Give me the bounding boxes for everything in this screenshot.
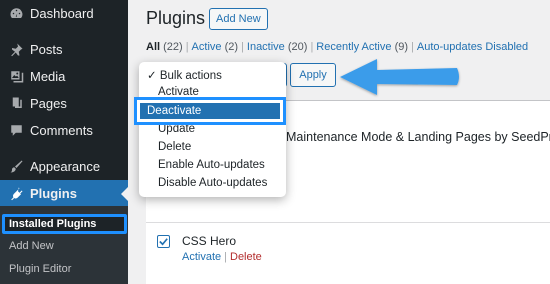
- sidebar-item-label: Pages: [30, 96, 67, 111]
- sidebar-item-pages[interactable]: Pages: [0, 90, 128, 117]
- sidebar-item-posts[interactable]: Posts: [0, 36, 128, 63]
- plugin-status-filters: All (22) | Active (2) | Inactive (20) | Recent…: [146, 41, 529, 53]
- bulk-actions-dropdown: ✓ Bulk actions Activate Update Delete En…: [139, 62, 286, 197]
- plug-icon: [8, 186, 24, 202]
- sidebar-item-media[interactable]: Media: [0, 63, 128, 90]
- submenu-installed-plugins[interactable]: Installed Plugins: [9, 218, 96, 230]
- page-title: Plugins: [146, 8, 206, 28]
- pages-icon: [8, 96, 24, 112]
- sidebar-item-comments[interactable]: Comments: [0, 117, 128, 144]
- comment-icon: [8, 123, 24, 139]
- option-deactivate[interactable]: Deactivate: [134, 97, 286, 125]
- filter-recently-active[interactable]: Recently Active (9): [316, 41, 408, 53]
- sidebar-item-label: Plugins: [30, 186, 77, 201]
- delete-link[interactable]: Delete: [230, 251, 262, 263]
- sidebar-item-appearance[interactable]: Appearance: [0, 153, 128, 180]
- option-enable-auto-updates[interactable]: Enable Auto-updates: [158, 159, 265, 171]
- add-new-button[interactable]: Add New: [209, 8, 268, 30]
- sidebar-item-label: Comments: [30, 123, 93, 138]
- filter-auto-updates-disabled[interactable]: Auto-updates Disabled: [417, 41, 528, 53]
- sidebar-item-label: Dashboard: [30, 6, 94, 21]
- admin-sidebar: Dashboard Posts Media Pages Comments App…: [0, 0, 128, 284]
- sidebar-item-label: Media: [30, 69, 66, 84]
- filter-all[interactable]: All (22): [146, 41, 183, 53]
- checkmark-icon: [159, 238, 168, 246]
- row-divider: [146, 222, 550, 223]
- plugin-name: Maintenance Mode & Landing Pages by Seed…: [286, 130, 550, 144]
- pin-icon: [8, 42, 24, 58]
- sidebar-item-plugins[interactable]: Plugins: [0, 180, 128, 207]
- plugin-name: CSS Hero: [182, 234, 237, 248]
- brush-icon: [8, 159, 24, 175]
- apply-button[interactable]: Apply: [290, 63, 336, 87]
- media-icon: [8, 69, 24, 85]
- plugin-checkbox[interactable]: [157, 235, 170, 248]
- option-disable-auto-updates[interactable]: Disable Auto-updates: [158, 177, 267, 189]
- option-deactivate-label: Deactivate: [147, 105, 202, 117]
- option-delete[interactable]: Delete: [158, 141, 191, 153]
- filter-active[interactable]: Active (2): [192, 41, 238, 53]
- sidebar-item-label: Posts: [30, 42, 63, 57]
- sidebar-item-label: Appearance: [30, 159, 101, 174]
- submenu-add-new[interactable]: Add New: [9, 240, 54, 252]
- dashboard-icon: [8, 6, 24, 22]
- submenu-plugin-editor[interactable]: Plugin Editor: [9, 263, 71, 275]
- pointer-arrow-icon: [340, 59, 459, 95]
- sidebar-item-dashboard[interactable]: Dashboard: [0, 0, 128, 27]
- plugin-row-actions: Activate | Delete: [182, 251, 262, 263]
- filter-inactive[interactable]: Inactive (20): [247, 41, 308, 53]
- activate-link[interactable]: Activate: [182, 251, 221, 263]
- option-bulk-actions[interactable]: ✓ Bulk actions: [147, 68, 222, 82]
